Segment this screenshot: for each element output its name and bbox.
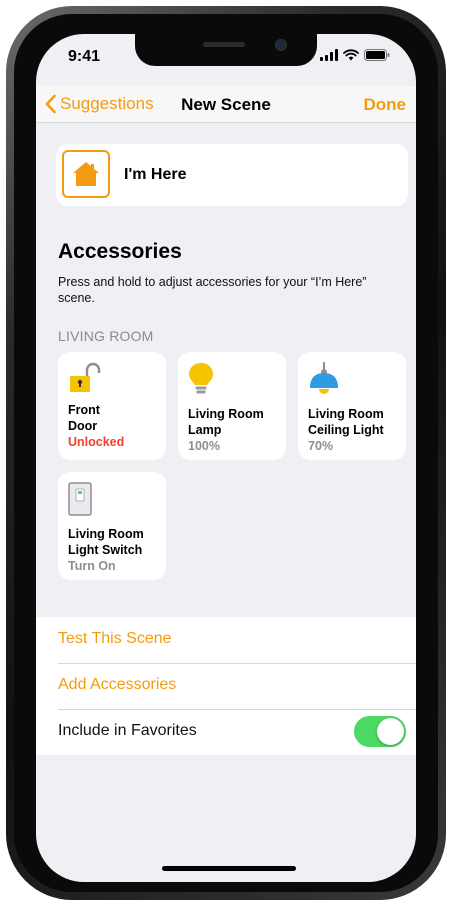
light-bulb-icon	[189, 363, 213, 394]
test-scene-row[interactable]: Test This Scene	[36, 617, 416, 663]
accessory-tile-front-door[interactable]: Front Door Unlocked	[58, 352, 166, 460]
accessory-tile-living-room-ceiling-light[interactable]: Living Room Ceiling Light 70%	[298, 352, 406, 460]
home-indicator[interactable]	[162, 866, 296, 871]
navigation-bar: Suggestions New Scene Done	[36, 86, 416, 123]
accessory-tile-living-room-light-switch[interactable]: Living Room Light Switch Turn On	[58, 472, 166, 580]
notch	[135, 34, 317, 66]
accessories-description: Press and hold to adjust accessories for…	[58, 275, 367, 305]
done-button[interactable]: Done	[364, 95, 407, 115]
toggle-knob	[377, 718, 404, 745]
add-accessories-row[interactable]: Add Accessories	[36, 663, 416, 709]
scene-actions-list: Test This Scene Add Accessories Include …	[36, 617, 416, 755]
page-title: New Scene	[181, 95, 271, 114]
favorites-label: Include in Favorites	[58, 722, 197, 739]
front-camera	[275, 39, 287, 51]
accessory-name: Front Door	[68, 403, 100, 433]
battery-icon	[364, 49, 390, 61]
scene-name: I'm Here	[124, 166, 187, 183]
accessory-name: Living Room Lamp	[188, 407, 264, 437]
wifi-icon	[343, 49, 359, 61]
scene-name-card[interactable]: I'm Here	[56, 144, 408, 206]
ceiling-light-icon	[310, 362, 338, 394]
accessories-heading: Accessories	[58, 240, 182, 263]
screen: 9:41 Suggestions New Scene Done I'm Here…	[36, 34, 416, 882]
accessory-tile-living-room-lamp[interactable]: Living Room Lamp 100%	[178, 352, 286, 460]
status-time: 9:41	[68, 48, 101, 65]
light-switch-icon	[68, 482, 92, 516]
accessory-name: Living Room Light Switch	[68, 527, 144, 557]
accessory-state: Unlocked	[68, 435, 125, 449]
speaker	[203, 42, 245, 47]
accessory-state: 70%	[308, 439, 334, 453]
favorites-row: Include in Favorites	[36, 709, 416, 755]
unlocked-lock-icon	[70, 362, 101, 392]
accessory-state: 100%	[188, 439, 220, 453]
add-accessories-button[interactable]: Add Accessories	[58, 676, 176, 694]
favorites-toggle[interactable]	[354, 716, 406, 747]
room-label: LIVING ROOM	[58, 328, 154, 344]
status-icons	[320, 49, 390, 61]
home-icon[interactable]	[62, 150, 110, 198]
accessory-state: Turn On	[68, 559, 116, 573]
accessory-name: Living Room Ceiling Light	[308, 407, 384, 437]
cellular-signal-icon	[320, 49, 338, 61]
test-scene-button[interactable]: Test This Scene	[58, 630, 172, 648]
